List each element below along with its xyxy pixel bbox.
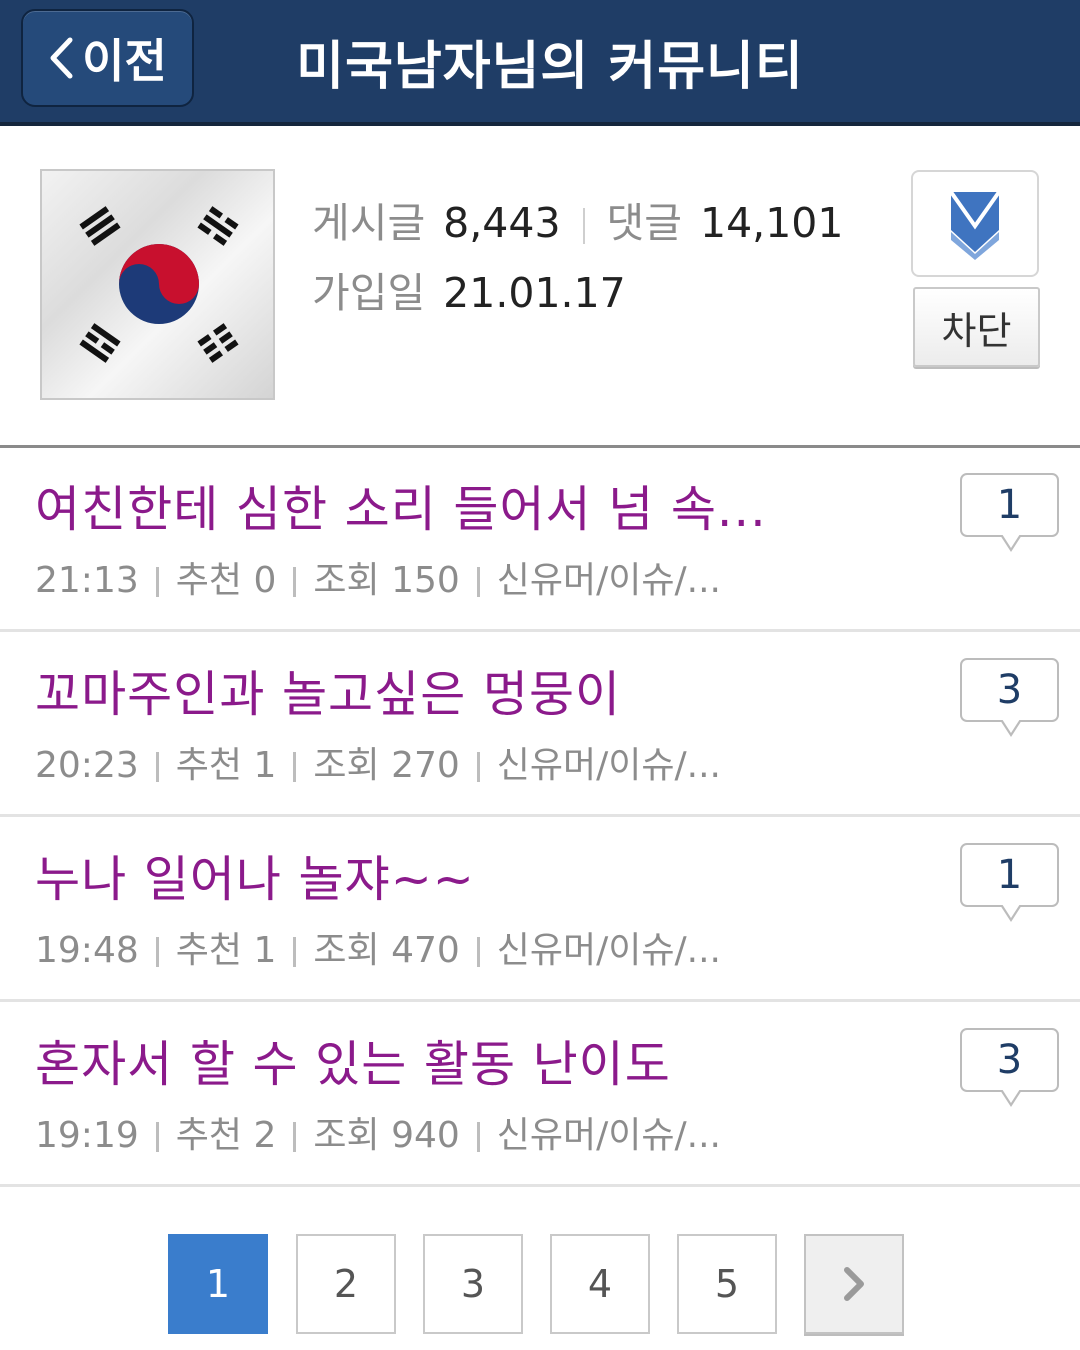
post-title[interactable]: 누나 일어나 놀쟈~~ bbox=[35, 840, 475, 911]
comment-count: 3 bbox=[996, 1037, 1023, 1083]
speech-tail-fill bbox=[1002, 904, 1020, 918]
speech-tail-fill bbox=[1002, 719, 1020, 733]
chevron-right-icon bbox=[844, 1267, 864, 1301]
comment-count-badge[interactable]: 1 bbox=[960, 473, 1059, 552]
divider bbox=[155, 752, 159, 782]
divider bbox=[476, 752, 480, 782]
divider bbox=[293, 1122, 297, 1152]
comment-count: 1 bbox=[996, 852, 1023, 898]
page-button-4[interactable]: 4 bbox=[550, 1234, 650, 1334]
comment-count-badge[interactable]: 3 bbox=[960, 1028, 1059, 1107]
page-button-2[interactable]: 2 bbox=[296, 1234, 396, 1334]
divider bbox=[155, 1122, 159, 1152]
korean-flag-icon bbox=[42, 171, 273, 398]
post-title[interactable]: 여친한테 심한 소리 들어서 넘 속... bbox=[35, 470, 767, 541]
envelope-icon bbox=[949, 190, 1001, 260]
post-meta: 21:13 추천 0 조회 150 신유머/이슈/... bbox=[35, 551, 721, 603]
posts-count: 8,443 bbox=[443, 199, 561, 247]
stats-row-joined: 가입일 21.01.17 bbox=[312, 258, 843, 328]
profile-section: 게시글 8,443 댓글 14,101 가입일 21.01.17 차단 bbox=[0, 128, 1080, 446]
views-count: 150 bbox=[391, 560, 460, 601]
views-label: 조회 bbox=[313, 745, 380, 786]
post-time: 20:23 bbox=[35, 745, 139, 786]
board-name: 신유머/이슈/... bbox=[496, 930, 721, 971]
divider bbox=[582, 208, 585, 244]
comment-count: 3 bbox=[996, 667, 1023, 713]
views-count: 470 bbox=[391, 930, 460, 971]
block-button[interactable]: 차단 bbox=[913, 287, 1040, 367]
avatar bbox=[40, 169, 275, 400]
top-bar: 이전 미국남자님의 커뮤니티 bbox=[0, 0, 1080, 126]
divider bbox=[476, 937, 480, 967]
comments-label: 댓글 bbox=[606, 199, 682, 247]
divider bbox=[476, 567, 480, 597]
speech-tail-fill bbox=[1002, 534, 1020, 548]
post-meta: 19:48 추천 1 조회 470 신유머/이슈/... bbox=[35, 921, 721, 973]
post-time: 21:13 bbox=[35, 560, 139, 601]
divider bbox=[293, 937, 297, 967]
recommend-count: 0 bbox=[253, 560, 277, 601]
divider bbox=[293, 752, 297, 782]
recommend-count: 1 bbox=[253, 930, 277, 971]
comment-count-badge[interactable]: 3 bbox=[960, 658, 1059, 737]
profile-stats: 게시글 8,443 댓글 14,101 가입일 21.01.17 bbox=[312, 188, 843, 328]
back-button[interactable]: 이전 bbox=[21, 9, 194, 107]
stats-row-counts: 게시글 8,443 댓글 14,101 bbox=[312, 188, 843, 258]
recommend-count: 2 bbox=[253, 1115, 277, 1156]
joined-label: 가입일 bbox=[312, 269, 426, 317]
comment-count: 1 bbox=[996, 482, 1023, 528]
post-time: 19:48 bbox=[35, 930, 139, 971]
board-name: 신유머/이슈/... bbox=[496, 560, 721, 601]
comments-count: 14,101 bbox=[700, 199, 844, 247]
comment-count-badge[interactable]: 1 bbox=[960, 843, 1059, 922]
views-label: 조회 bbox=[313, 1115, 380, 1156]
divider bbox=[155, 567, 159, 597]
posts-label: 게시글 bbox=[312, 199, 426, 247]
chevron-left-icon bbox=[50, 37, 73, 79]
recommend-label: 추천 bbox=[175, 745, 242, 786]
page-button-3[interactable]: 3 bbox=[423, 1234, 523, 1334]
post-title[interactable]: 꼬마주인과 놀고싶은 멍뭉이 bbox=[35, 655, 621, 726]
views-label: 조회 bbox=[313, 930, 380, 971]
post-meta: 19:19 추천 2 조회 940 신유머/이슈/... bbox=[35, 1106, 721, 1158]
divider bbox=[476, 1122, 480, 1152]
divider bbox=[293, 567, 297, 597]
recommend-label: 추천 bbox=[175, 930, 242, 971]
page-title: 미국남자님의 커뮤니티 bbox=[296, 36, 804, 97]
views-count: 270 bbox=[391, 745, 460, 786]
recommend-label: 추천 bbox=[175, 1115, 242, 1156]
post-item[interactable]: 혼자서 할 수 있는 활동 난이도 19:19 추천 2 조회 940 신유머/이슈/… bbox=[0, 1003, 1080, 1187]
recommend-count: 1 bbox=[253, 745, 277, 786]
board-name: 신유머/이슈/... bbox=[496, 1115, 721, 1156]
message-button[interactable] bbox=[911, 170, 1039, 277]
post-item[interactable]: 꼬마주인과 놀고싶은 멍뭉이 20:23 추천 1 조회 270 신유머/이슈/...… bbox=[0, 633, 1080, 817]
post-item[interactable]: 누나 일어나 놀쟈~~ 19:48 추천 1 조회 470 신유머/이슈/... 1 bbox=[0, 818, 1080, 1002]
back-button-label: 이전 bbox=[82, 34, 167, 88]
joined-date: 21.01.17 bbox=[443, 269, 626, 317]
next-page-button[interactable] bbox=[804, 1234, 904, 1334]
page-button-1[interactable]: 1 bbox=[168, 1234, 268, 1334]
post-title[interactable]: 혼자서 할 수 있는 활동 난이도 bbox=[35, 1025, 671, 1096]
views-label: 조회 bbox=[313, 560, 380, 601]
page-button-5[interactable]: 5 bbox=[677, 1234, 777, 1334]
post-meta: 20:23 추천 1 조회 270 신유머/이슈/... bbox=[35, 736, 721, 788]
post-time: 19:19 bbox=[35, 1115, 139, 1156]
divider bbox=[155, 937, 159, 967]
speech-tail-fill bbox=[1002, 1089, 1020, 1103]
views-count: 940 bbox=[391, 1115, 460, 1156]
board-name: 신유머/이슈/... bbox=[496, 745, 721, 786]
post-item[interactable]: 여친한테 심한 소리 들어서 넘 속... 21:13 추천 0 조회 150 신유머… bbox=[0, 448, 1080, 632]
recommend-label: 추천 bbox=[175, 560, 242, 601]
